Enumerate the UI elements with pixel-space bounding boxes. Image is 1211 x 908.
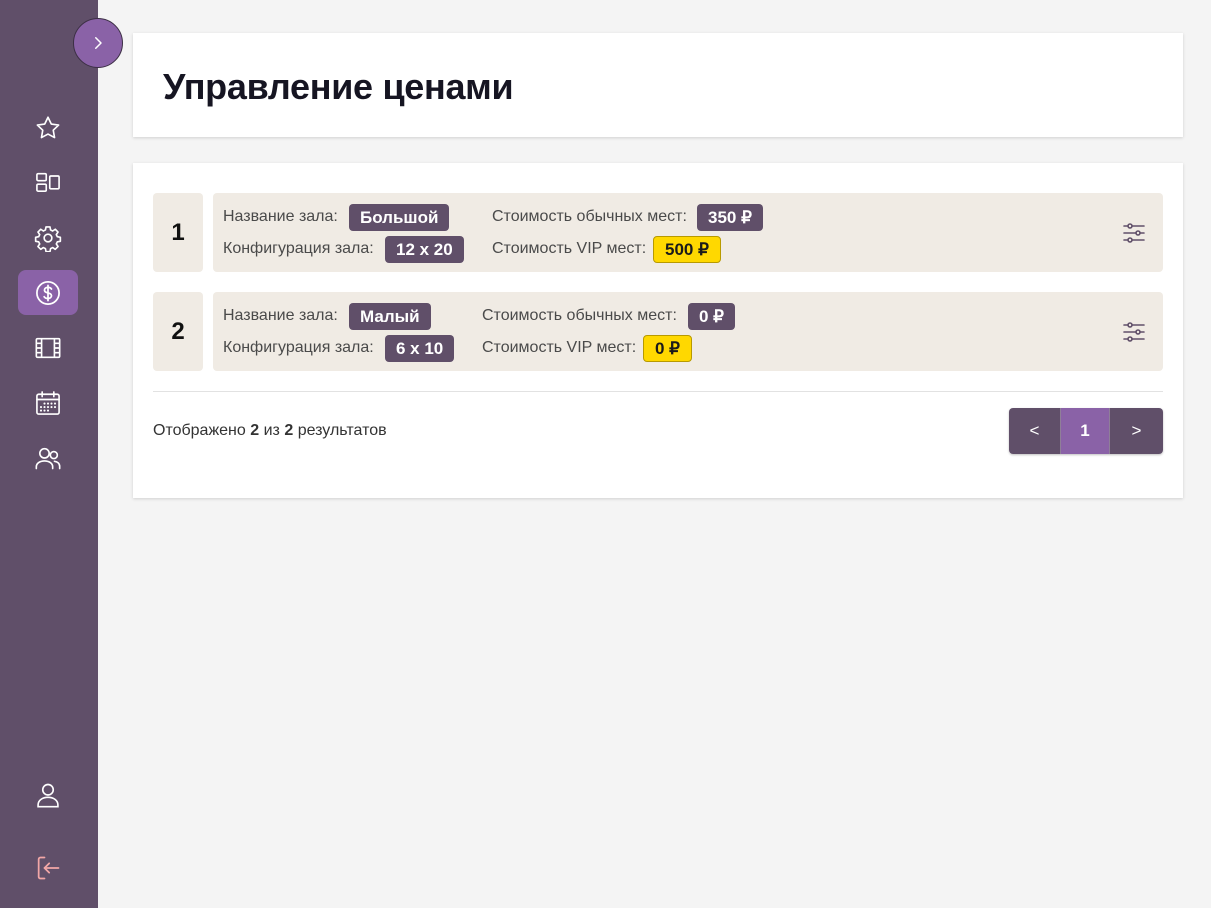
hall-config-label: Конфигурация зала: [223,339,374,356]
hall-config-label: Конфигурация зала: [223,240,374,257]
sidebar-item-movies[interactable] [18,325,78,370]
user-icon [37,783,59,807]
hall-row: 1 Название зала: Большой Конфигурация за… [153,193,1163,272]
sidebar-item-profile[interactable] [18,772,78,817]
sidebar-item-users[interactable] [18,435,78,480]
results-middle: из [263,422,280,439]
sliders-icon[interactable] [1122,320,1146,344]
pagination: < 1 > [1009,408,1163,454]
hall-name-label: Название зала: [223,307,338,324]
vip-price-badge: 0 ₽ [643,335,692,362]
users-icon [35,447,61,469]
pagination-next-button[interactable]: > [1109,408,1163,454]
sidebar [0,0,98,908]
hall-config-badge: 12 x 20 [385,236,464,263]
results-summary: Отображено 2 из 2 результатов [153,422,387,440]
regular-price-label: Стоимость обычных мест: [482,307,677,324]
vip-price-label: Стоимость VIP мест: [482,339,637,356]
page-title: Управление ценами [163,66,514,107]
sliders-icon[interactable] [1122,221,1146,245]
hall-config-badge: 6 x 10 [385,335,455,362]
hall-info: Название зала: Большой Конфигурация зала… [213,193,1163,272]
hall-info: Название зала: Малый Конфигурация зала: … [213,292,1163,371]
results-total: 2 [284,422,294,439]
calendar-icon [36,390,60,415]
regular-price-badge: 350 ₽ [697,204,763,231]
chevron-right-icon [95,37,102,49]
gear-icon [34,225,62,252]
regular-price-label: Стоимость обычных мест: [492,208,687,225]
sidebar-item-settings[interactable] [18,215,78,260]
logout-icon [37,856,60,879]
film-icon [35,337,61,358]
pagination-prev-button[interactable]: < [1009,408,1061,454]
vip-price-badge: 500 ₽ [653,236,721,263]
sidebar-item-prices[interactable] [18,270,78,315]
hall-index: 2 [153,292,203,371]
results-prefix: Отображено [153,422,246,439]
layout-icon [36,172,60,192]
sidebar-item-favorites[interactable] [18,105,78,150]
vip-price-label: Стоимость VIP мест: [492,240,647,257]
star-icon [36,115,60,138]
hall-index: 1 [153,193,203,272]
sidebar-item-schedule[interactable] [18,380,78,425]
pagination-page-button[interactable]: 1 [1061,408,1109,454]
results-shown: 2 [250,422,260,439]
sidebar-toggle-button[interactable] [73,18,123,68]
hall-name-badge: Большой [349,204,450,231]
results-suffix: результатов [297,422,387,439]
page-header: Управление ценами [133,33,1183,137]
regular-price-badge: 0 ₽ [688,303,735,330]
sidebar-item-halls[interactable] [18,160,78,205]
hall-row: 2 Название зала: Малый Конфигурация зала… [153,292,1163,371]
dollar-icon [36,280,60,305]
divider [153,391,1163,392]
hall-name-badge: Малый [349,303,431,330]
sidebar-item-logout[interactable] [18,845,78,890]
prices-card: 1 Название зала: Большой Конфигурация за… [133,163,1183,498]
hall-name-label: Название зала: [223,208,338,225]
